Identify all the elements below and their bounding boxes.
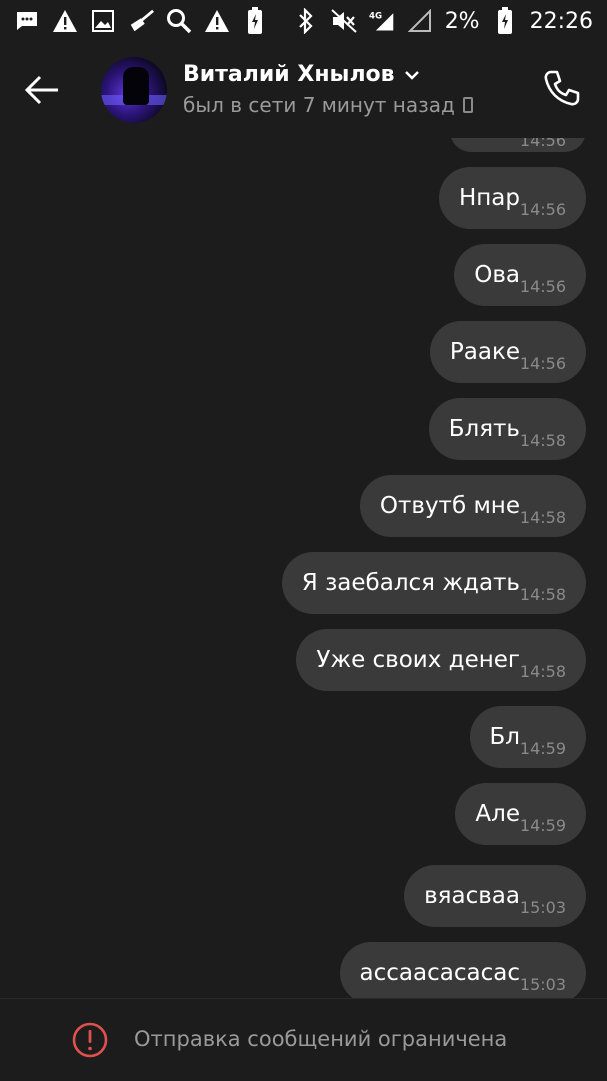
back-button[interactable] (24, 72, 68, 108)
message-text: Уже своих денег (316, 647, 520, 673)
warning-icon (52, 8, 78, 34)
restriction-footer: Отправка сообщений ограничена (0, 998, 607, 1081)
error-circle-icon (72, 1022, 108, 1058)
network-type-label: 4G (369, 11, 382, 21)
message-bubble[interactable]: Блять 14:58 (428, 398, 586, 460)
message-bubble[interactable]: Рааке 14:56 (429, 321, 586, 383)
message-list[interactable]: 14:56 Нпар 14:56 Ова 14:56 Рааке 14:56 Б… (0, 138, 607, 998)
battery-charging-icon (492, 7, 518, 34)
battery-saver-icon (242, 7, 268, 34)
battery-percent: 2% (444, 8, 480, 34)
message-bubble[interactable]: Отвутб мне 14:58 (359, 475, 586, 537)
status-bar-right: 4G 2% 22:26 (293, 7, 593, 34)
message-time: 14:58 (519, 585, 566, 604)
signal-icon: 4G (369, 8, 395, 34)
message-bubble[interactable]: вяасваа 15:03 (404, 865, 586, 927)
message-time: 14:56 (519, 354, 566, 373)
message-text: вяасваа (424, 883, 520, 909)
arrow-left-icon (24, 75, 58, 105)
restriction-message: Отправка сообщений ограничена (134, 1027, 508, 1051)
message-bubble[interactable]: ассаасасасас 15:03 (339, 942, 586, 998)
mobile-device-icon (462, 97, 473, 113)
message-time: 14:58 (519, 431, 566, 450)
status-bar: 4G 2% 22:26 (0, 0, 607, 42)
message-time: 14:56 (519, 277, 566, 296)
status-bar-left (14, 7, 268, 34)
message-time: 14:56 (519, 200, 566, 219)
message-time: 14:58 (519, 508, 566, 527)
message-time: 14:58 (519, 662, 566, 681)
bluetooth-icon (293, 8, 319, 34)
avatar[interactable] (101, 57, 167, 123)
message-bubble[interactable]: Але 14:59 (455, 783, 586, 845)
message-bubble[interactable]: Бл 14:59 (469, 706, 586, 768)
message-text: Бл (489, 724, 520, 750)
contact-info[interactable]: Виталий Хнылов был в сети 7 минут назад (183, 62, 473, 117)
mute-icon (331, 8, 357, 34)
chevron-down-icon (404, 70, 419, 80)
message-bubble[interactable]: Нпар 14:56 (438, 167, 586, 229)
message-bubble-partial[interactable]: 14:56 (450, 138, 586, 152)
message-bubble[interactable]: Я заебался ждать 14:58 (281, 552, 586, 614)
message-text: Я заебался ждать (301, 570, 520, 596)
message-text: Отвутб мне (379, 493, 520, 519)
message-text: Але (475, 801, 520, 827)
gallery-icon (90, 8, 116, 34)
message-text: ассаасасасас (359, 960, 520, 986)
messages-icon (14, 8, 40, 34)
call-button[interactable] (542, 68, 582, 108)
last-seen-status: был в сети 7 минут назад (183, 93, 455, 117)
warning-icon (204, 8, 230, 34)
message-text: Ова (474, 262, 520, 288)
message-time: 15:03 (519, 975, 566, 994)
search-icon (166, 8, 192, 34)
message-time: 14:59 (519, 816, 566, 835)
message-bubble[interactable]: Ова 14:56 (454, 244, 586, 306)
last-seen-row: был в сети 7 минут назад (183, 93, 473, 117)
message-text: Рааке (449, 339, 520, 365)
message-time: 14:56 (519, 138, 566, 150)
message-bubble[interactable]: Уже своих денег 14:58 (296, 629, 586, 691)
contact-name-row[interactable]: Виталий Хнылов (183, 62, 473, 87)
status-time: 22:26 (529, 8, 593, 34)
cleaner-icon (128, 8, 154, 34)
message-time: 14:59 (519, 739, 566, 758)
message-text: Нпар (458, 185, 520, 211)
no-signal-icon (407, 8, 433, 34)
message-time: 15:03 (519, 898, 566, 917)
message-text: Блять (448, 416, 520, 442)
chat-header: Виталий Хнылов был в сети 7 минут назад (0, 42, 607, 138)
phone-icon (544, 70, 580, 106)
contact-name: Виталий Хнылов (183, 62, 395, 87)
